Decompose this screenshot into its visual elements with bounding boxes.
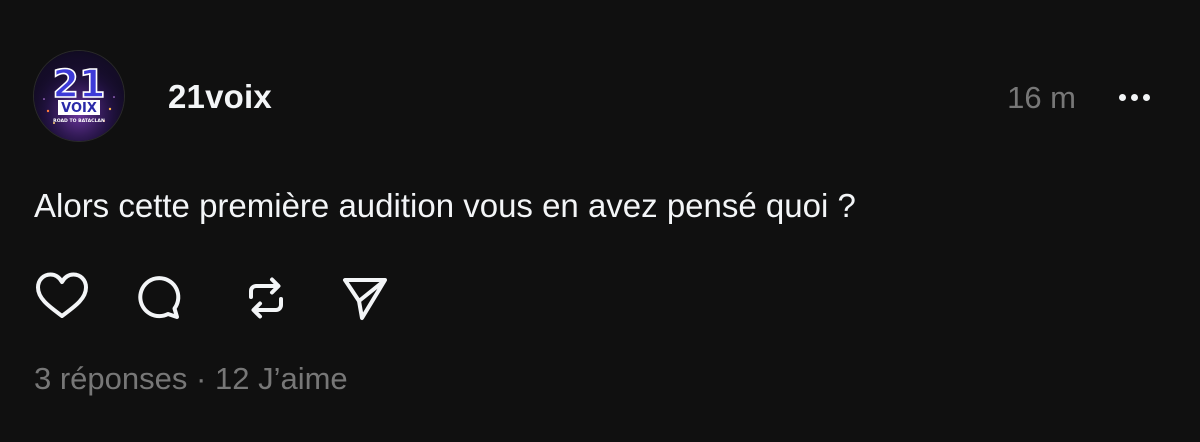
post-timestamp: 16 m: [1007, 80, 1076, 115]
heart-icon: [36, 272, 88, 318]
stats-separator: ·: [196, 361, 207, 396]
avatar-name: VOIX: [61, 101, 97, 116]
author-username[interactable]: 21voix: [168, 78, 272, 116]
reply-button[interactable]: [130, 270, 186, 326]
more-icon-dot: [1130, 93, 1138, 101]
send-icon: [343, 278, 387, 320]
share-button[interactable]: [336, 270, 392, 326]
avatar-number: 21: [53, 62, 106, 106]
avatar-tagline: ROAD TO BATACLAN: [53, 118, 105, 124]
post-stats: 3 réponses · 12 J’aime: [34, 361, 348, 397]
more-icon-dot: [1118, 93, 1126, 101]
avatar[interactable]: 21 VOIX ROAD TO BATACLAN: [34, 51, 124, 141]
like-button[interactable]: [34, 270, 90, 326]
more-options-button[interactable]: [1112, 82, 1156, 112]
post-text: Alors cette première audition vous en av…: [34, 187, 856, 224]
thread-post: 21 VOIX ROAD TO BATACLAN 21voix 16 m Alo…: [0, 0, 1200, 442]
repost-button[interactable]: [238, 270, 294, 326]
more-icon-dot: [1142, 93, 1150, 101]
speech-bubble-icon: [138, 276, 181, 319]
avatar-logo: 21 VOIX ROAD TO BATACLAN: [34, 51, 124, 141]
likes-count[interactable]: 12 J’aime: [215, 361, 348, 396]
replies-count[interactable]: 3 réponses: [34, 361, 187, 396]
repost-icon: [249, 277, 283, 319]
